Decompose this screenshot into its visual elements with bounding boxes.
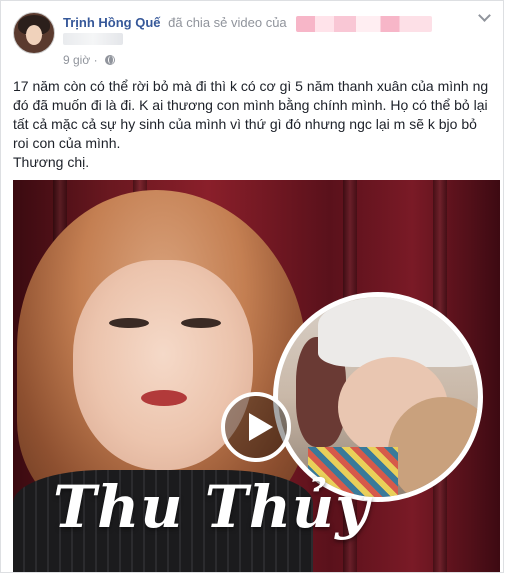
video-thumbnail[interactable]: Thu Thủy bbox=[13, 180, 500, 572]
post-time[interactable]: 9 giờ bbox=[63, 53, 90, 67]
blurred-subtitle bbox=[63, 33, 123, 45]
post-meta: 9 giờ · bbox=[63, 53, 115, 67]
facebook-post: Trịnh Hồng Quế đã chia sẻ video của 9 gi… bbox=[0, 0, 504, 573]
globe-icon[interactable] bbox=[104, 55, 115, 65]
post-text-line: Thương chị. bbox=[13, 154, 90, 170]
avatar[interactable] bbox=[13, 12, 55, 54]
avatar-face bbox=[26, 25, 42, 45]
woman-eye-left bbox=[109, 318, 149, 328]
author-name[interactable]: Trịnh Hồng Quế bbox=[63, 15, 161, 30]
woman-eye-right bbox=[181, 318, 221, 328]
inset-photo bbox=[273, 292, 483, 502]
woman-lips bbox=[141, 390, 187, 406]
post-text-line: 17 năm còn có thể rời bỏ mà đi thì k có … bbox=[13, 78, 489, 151]
share-action-text: đã chia sẻ video của bbox=[168, 15, 287, 30]
post-header: Trịnh Hồng Quế đã chia sẻ video của bbox=[63, 15, 433, 32]
chevron-down-icon[interactable] bbox=[477, 11, 493, 23]
post-text: 17 năm còn có thể rời bỏ mà đi thì k có … bbox=[13, 77, 491, 172]
play-icon[interactable] bbox=[221, 392, 291, 462]
blurred-page-name bbox=[296, 15, 433, 32]
video-title: Thu Thủy bbox=[53, 473, 370, 541]
